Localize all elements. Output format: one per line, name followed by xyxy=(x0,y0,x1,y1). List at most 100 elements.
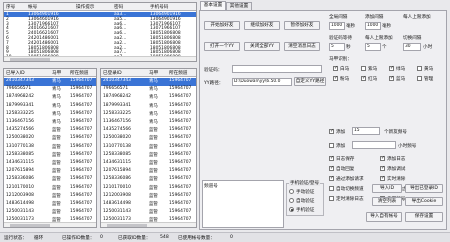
table-row[interactable]: 1210170010 蓝管 15964707 xyxy=(4,185,96,193)
vest-filter-checkbox[interactable] xyxy=(417,66,422,71)
vest-filter-checkbox[interactable] xyxy=(333,75,338,81)
table-row[interactable]: 1250038020 蓝管 15964707 xyxy=(4,135,96,143)
logged-id-table[interactable]: 已登录ID 马甲 所在频道 2410347343 青马 15964707 796656… xyxy=(100,68,197,228)
table-cell: 15964707 xyxy=(169,160,192,165)
table-cell: 蓝管 xyxy=(52,136,61,142)
table-cell: 1434631115 xyxy=(6,160,34,165)
timer-clear-log-checkbox[interactable] xyxy=(329,196,334,201)
auto-switch-channel-checkbox[interactable] xyxy=(329,186,334,191)
table-cell: 蓝管 xyxy=(149,185,158,191)
verify-option-auto-radio[interactable] xyxy=(289,198,294,203)
add-time-checkbox[interactable] xyxy=(329,143,334,148)
start-add-friend-button[interactable]: 开始加好友 xyxy=(204,21,240,30)
table-row[interactable]: 1483614498 蓝管 15964707 xyxy=(101,201,196,209)
vest-filter-checkbox[interactable] xyxy=(417,76,422,81)
add-time-label: 添加 xyxy=(336,144,346,149)
vest-filter-checkbox[interactable] xyxy=(361,66,366,71)
table-row[interactable]: 1136467156 青马 15964707 xyxy=(101,119,196,127)
auto-reply-checkbox[interactable] xyxy=(329,165,334,171)
col-header-password: 密码 xyxy=(114,5,124,10)
per-limit-input[interactable]: 5 xyxy=(365,43,381,51)
vest-filter-label-item: 红马 xyxy=(368,77,378,82)
table-row[interactable]: 1210170010 蓝管 15964707 xyxy=(101,185,196,193)
table-row[interactable]: 1258338085 蓝管 15964707 xyxy=(101,152,196,160)
add-count-checkbox[interactable] xyxy=(329,128,334,134)
table-row[interactable]: 1483614498 蓝管 15964707 xyxy=(4,201,96,209)
add-count-input[interactable]: 15 xyxy=(352,127,380,135)
timer-clear-log-label: 定时清除日志 xyxy=(336,197,364,202)
table-cell: 15964707 xyxy=(70,201,93,206)
import-own-account-button[interactable]: 导入自有帐号 xyxy=(366,212,402,222)
table-cell: 15964707 xyxy=(169,176,192,182)
import-id-button[interactable]: 导入ID xyxy=(372,184,402,193)
add-log-checkbox[interactable] xyxy=(380,155,385,161)
table-row[interactable]: 1874968242 青马 15964707 xyxy=(101,94,196,102)
table-row[interactable]: 2410347343 青马 15964707 xyxy=(101,78,196,87)
export-cookie-button[interactable]: 导出Cookie xyxy=(405,197,443,206)
verify-code-input[interactable] xyxy=(232,65,322,73)
account-table-scrollbar[interactable] xyxy=(4,56,196,61)
tab-other-settings[interactable]: 其他设置 xyxy=(226,2,252,10)
table-row[interactable]: 1212003908 蓝管 15964707 xyxy=(101,193,196,201)
continue-add-friend-button[interactable]: 继续加好友 xyxy=(244,21,280,30)
vest-filter-checkbox[interactable] xyxy=(389,75,394,81)
table-cell: 蓝管 xyxy=(149,152,158,158)
add-interval-input[interactable]: 1000 xyxy=(365,22,381,30)
clear-list-button[interactable]: 清空列表 xyxy=(372,197,402,206)
auto-reply-label: 自动回复 xyxy=(336,167,355,172)
switch-interval-input[interactable]: 30 xyxy=(403,43,421,51)
vest-filter-checkbox[interactable] xyxy=(333,65,338,71)
table-row[interactable]: 1434631115 蓝管 15964707 xyxy=(101,160,196,168)
imported-id-table[interactable]: 已导入ID 马甲 所在频道 2410347343 青马 15964707 796656… xyxy=(3,68,97,228)
table-row[interactable]: 1258336086 蓝管 15964707 xyxy=(4,176,96,184)
table-row[interactable]: 1258338085 蓝管 15964707 xyxy=(4,152,96,160)
table-row[interactable]: 1258333225 青马 15964707 xyxy=(101,111,196,119)
save-settings-button[interactable]: 保存设置 xyxy=(405,212,443,222)
table-row[interactable]: 1879993341 青马 15964707 xyxy=(4,103,96,111)
yy-path-input[interactable]: D:\Duowan\yy\6.50.0 xyxy=(232,78,292,86)
table-row[interactable]: 1136467156 青马 15964707 xyxy=(4,119,96,127)
tab-basic-settings[interactable]: 基本设置 xyxy=(200,1,226,10)
table-cell: 1210170010 xyxy=(6,184,34,190)
table-row[interactable]: 1310770138 蓝管 15964707 xyxy=(101,144,196,152)
custom-yy-path-button[interactable]: 自定义YY路径 xyxy=(294,77,326,86)
vest-filter-checkbox[interactable] xyxy=(389,65,394,71)
table-cell: 1212003908 xyxy=(103,192,131,198)
export-logged-id-button[interactable]: 导出已登录ID xyxy=(405,184,443,193)
table-cell: 15964707 xyxy=(70,86,93,92)
per-limit-unit: 个 xyxy=(382,45,387,50)
table-row[interactable]: 1258336086 蓝管 15964707 xyxy=(101,176,196,184)
table-cell: 15964707 xyxy=(70,127,93,133)
table-cell: 1258333225 xyxy=(6,110,34,116)
vest-filter-checkbox[interactable] xyxy=(361,75,366,81)
realtime-clear-checkbox[interactable] xyxy=(380,175,385,181)
verify-option-manual-radio[interactable] xyxy=(289,189,294,194)
table-row[interactable]: 1879993341 青马 15964707 xyxy=(101,103,196,111)
table-row[interactable]: 1250038020 蓝管 15964707 xyxy=(101,135,196,143)
table-row[interactable]: 1258333225 青马 15964707 xyxy=(4,111,96,119)
all-interval-input[interactable]: 1000 xyxy=(329,22,345,30)
imported-table-scrollbar[interactable] xyxy=(4,222,96,227)
table-row[interactable]: 1874968242 青马 15964707 xyxy=(4,94,96,102)
add-time-input[interactable] xyxy=(352,141,396,149)
verify-wait-input[interactable]: 5 xyxy=(329,43,345,51)
table-row[interactable]: 1434631115 蓝管 15964707 xyxy=(4,160,96,168)
col-header-vest: 马甲 xyxy=(52,71,62,76)
table-row[interactable]: 2410347343 青马 15964707 xyxy=(4,78,96,87)
table-row[interactable]: 1310770138 蓝管 15964707 xyxy=(4,144,96,152)
table-cell: 1434631115 xyxy=(103,160,131,165)
logged-table-scrollbar[interactable] xyxy=(101,222,196,227)
open-yy-button[interactable]: 打开一个YY xyxy=(204,42,240,51)
account-table[interactable]: 序号 帐号 操作提示 密码 手机号码 1 13064901916 aa3... 130… xyxy=(3,2,197,62)
verify-option-phone-radio[interactable] xyxy=(289,207,294,212)
add-debug-checkbox[interactable] xyxy=(380,165,385,171)
table-cell: 15964707 xyxy=(169,168,192,174)
clear-message-log-button[interactable]: 清空消息日志 xyxy=(284,42,320,51)
pause-add-friend-button[interactable]: 暂停加好友 xyxy=(284,21,320,30)
add-interval-unit: 毫秒 xyxy=(382,24,392,29)
table-row[interactable]: 1212003908 蓝管 15964707 xyxy=(4,193,96,201)
log-save-checkbox[interactable] xyxy=(329,155,334,161)
table-cell: 蓝管 xyxy=(52,193,61,199)
close-all-yy-button[interactable]: 关闭全部YY xyxy=(244,42,280,51)
accept-request-checkbox[interactable] xyxy=(329,175,334,181)
